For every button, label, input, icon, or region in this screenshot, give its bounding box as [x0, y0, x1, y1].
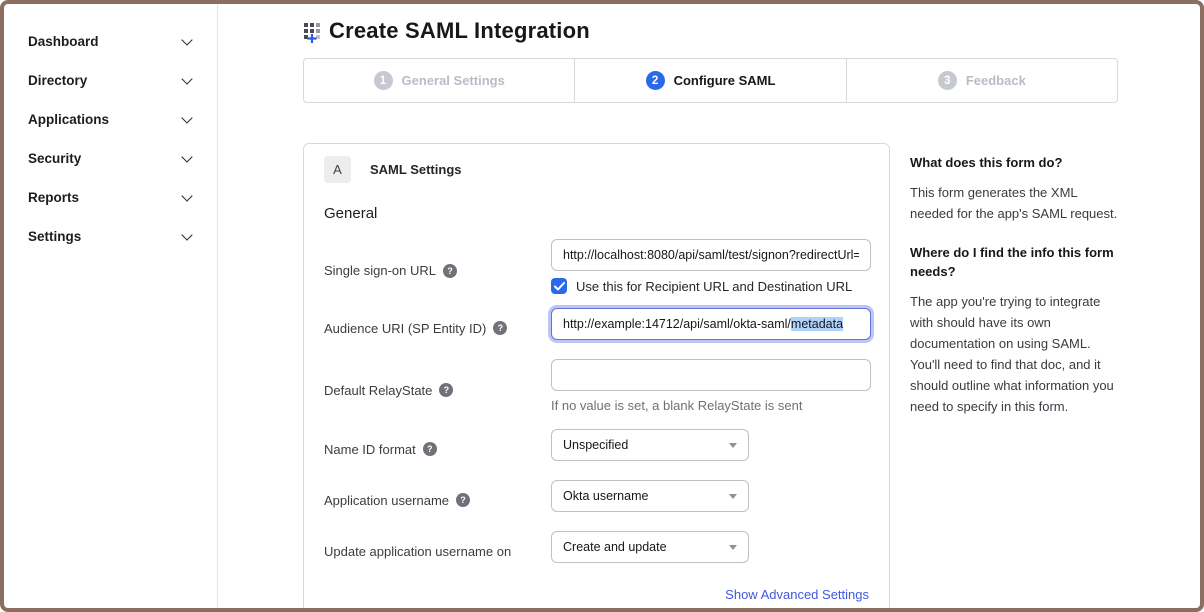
sidebar-item-label: Directory	[28, 73, 87, 88]
step-number: 1	[374, 71, 393, 90]
saml-settings-panel: A SAML Settings General Single sign-on U…	[303, 143, 890, 612]
step-label: Feedback	[966, 73, 1026, 88]
chevron-down-icon	[181, 112, 192, 123]
help-question-2: Where do I find the info this form needs…	[910, 244, 1118, 282]
sidebar-item-label: Reports	[28, 190, 79, 205]
field-label-text: Name ID format	[324, 442, 416, 457]
field-label: Default RelayState ?	[324, 359, 551, 413]
show-advanced-settings-link[interactable]: Show Advanced Settings	[725, 587, 869, 602]
step-feedback[interactable]: 3 Feedback	[846, 59, 1117, 102]
field-update-application-username: Update application username on Create an…	[324, 531, 869, 563]
section-badge: A	[324, 156, 351, 183]
panel-title: SAML Settings	[370, 162, 462, 177]
sidebar-item-label: Settings	[28, 229, 81, 244]
name-id-format-select[interactable]: Unspecified	[551, 429, 749, 461]
caret-down-icon	[729, 545, 737, 550]
field-default-relaystate: Default RelayState ? If no value is set,…	[324, 359, 869, 413]
field-single-sign-on-url: Single sign-on URL ? Use this for Recipi…	[324, 239, 869, 294]
help-question-1: What does this form do?	[910, 154, 1118, 173]
sidebar-item-security[interactable]: Security	[28, 139, 193, 178]
caret-down-icon	[729, 443, 737, 448]
sidebar-item-settings[interactable]: Settings	[28, 217, 193, 256]
sidebar-item-label: Dashboard	[28, 34, 99, 49]
help-sidebar: What does this form do? This form genera…	[910, 143, 1118, 612]
audience-uri-selected-text: metadata	[791, 317, 843, 331]
caret-down-icon	[729, 494, 737, 499]
step-number: 2	[646, 71, 665, 90]
field-label-text: Audience URI (SP Entity ID)	[324, 321, 486, 336]
sidebar-item-applications[interactable]: Applications	[28, 100, 193, 139]
default-relaystate-input[interactable]	[551, 359, 871, 391]
field-label: Audience URI (SP Entity ID) ?	[324, 308, 551, 340]
chevron-down-icon	[181, 34, 192, 45]
application-username-select[interactable]: Okta username	[551, 480, 749, 512]
field-label-text: Single sign-on URL	[324, 263, 436, 278]
field-label: Application username ?	[324, 480, 551, 512]
select-value: Create and update	[563, 540, 667, 554]
chevron-down-icon	[181, 229, 192, 240]
help-icon[interactable]: ?	[439, 383, 453, 397]
page-title: Create SAML Integration	[329, 18, 590, 44]
grid-plus-icon	[303, 21, 325, 45]
help-icon[interactable]: ?	[423, 442, 437, 456]
single-sign-on-url-input[interactable]	[551, 239, 871, 271]
chevron-down-icon	[181, 151, 192, 162]
step-label: Configure SAML	[674, 73, 776, 88]
app-window: Dashboard Directory Applications Securit…	[0, 0, 1204, 612]
audience-uri-value: http://example:14712/api/saml/okta-saml/	[563, 317, 791, 331]
main-content: Create SAML Integration 1 General Settin…	[218, 4, 1200, 608]
wizard-stepper: 1 General Settings 2 Configure SAML 3 Fe…	[303, 58, 1118, 103]
field-label: Update application username on	[324, 531, 551, 563]
chevron-down-icon	[181, 190, 192, 201]
help-icon[interactable]: ?	[493, 321, 507, 335]
field-audience-uri: Audience URI (SP Entity ID) ? http://exa…	[324, 308, 869, 340]
select-value: Okta username	[563, 489, 648, 503]
field-label-text: Application username	[324, 493, 449, 508]
audience-uri-input[interactable]: http://example:14712/api/saml/okta-saml/…	[551, 308, 871, 340]
step-label: General Settings	[402, 73, 505, 88]
panel-header: A SAML Settings	[324, 156, 869, 183]
field-label-text: Default RelayState	[324, 383, 432, 398]
field-label-text: Update application username on	[324, 544, 511, 559]
sidebar-item-reports[interactable]: Reports	[28, 178, 193, 217]
chevron-down-icon	[181, 73, 192, 84]
help-answer-2: The app you're trying to integrate with …	[910, 291, 1118, 417]
sidebar-item-directory[interactable]: Directory	[28, 61, 193, 100]
step-number: 3	[938, 71, 957, 90]
update-application-username-select[interactable]: Create and update	[551, 531, 749, 563]
checkbox-label[interactable]: Use this for Recipient URL and Destinati…	[576, 279, 852, 294]
sidebar-item-dashboard[interactable]: Dashboard	[28, 22, 193, 61]
page-title-row: Create SAML Integration	[303, 16, 1200, 46]
help-answer-1: This form generates the XML needed for t…	[910, 182, 1118, 224]
step-configure-saml[interactable]: 2 Configure SAML	[574, 59, 845, 102]
recipient-url-checkbox[interactable]	[551, 278, 567, 294]
relaystate-helper-text: If no value is set, a blank RelayState i…	[551, 398, 871, 413]
field-label: Name ID format ?	[324, 429, 551, 461]
sidebar: Dashboard Directory Applications Securit…	[4, 4, 218, 608]
field-application-username: Application username ? Okta username	[324, 480, 869, 512]
help-icon[interactable]: ?	[443, 264, 457, 278]
check-icon	[554, 282, 565, 291]
sidebar-item-label: Applications	[28, 112, 109, 127]
select-value: Unspecified	[563, 438, 628, 452]
step-general-settings[interactable]: 1 General Settings	[304, 59, 574, 102]
sidebar-item-label: Security	[28, 151, 81, 166]
field-label: Single sign-on URL ?	[324, 239, 551, 294]
help-icon[interactable]: ?	[456, 493, 470, 507]
field-name-id-format: Name ID format ? Unspecified	[324, 429, 869, 461]
section-heading-general: General	[324, 205, 869, 222]
